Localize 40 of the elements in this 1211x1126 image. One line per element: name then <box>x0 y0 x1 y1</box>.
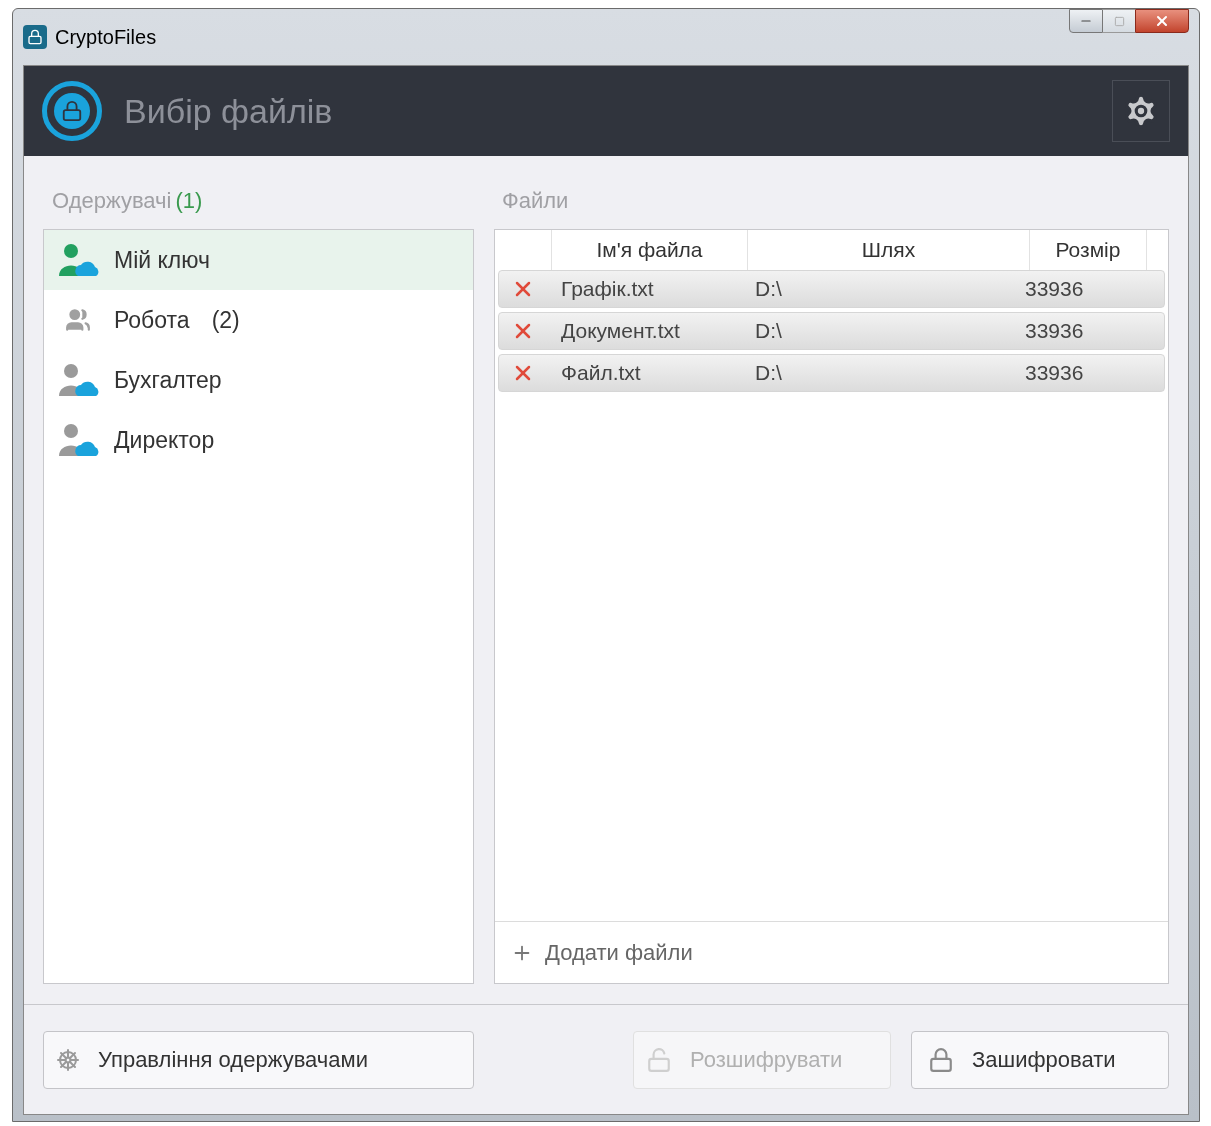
ship-wheel-icon <box>56 1047 80 1072</box>
encrypt-button[interactable]: Зашифровати <box>911 1030 1169 1089</box>
unlocked-padlock-icon <box>646 1046 672 1073</box>
close-icon <box>1154 13 1170 29</box>
user-cloud-icon <box>56 422 100 458</box>
recipient-item[interactable]: Мій ключ <box>44 230 473 290</box>
file-row[interactable]: Файл.txt D:\ 33936 <box>498 354 1165 392</box>
user-cloud-icon <box>56 362 100 398</box>
close-button[interactable] <box>1135 9 1189 33</box>
file-name: Документ.txt <box>560 318 681 345</box>
file-name: Файл.txt <box>560 360 642 387</box>
maximize-button[interactable] <box>1103 9 1135 33</box>
files-label: Файли <box>502 188 569 213</box>
recipient-item[interactable]: Директор <box>44 410 473 470</box>
file-path: D:\ <box>754 360 783 387</box>
user-cloud-icon <box>56 242 100 278</box>
file-path: D:\ <box>754 276 783 303</box>
recipient-item[interactable]: Бухгалтер <box>44 350 473 410</box>
add-files-button[interactable]: Додати файли <box>495 921 1168 983</box>
recipient-item[interactable]: Робота (2) <box>44 290 473 350</box>
lock-logo-icon <box>42 81 102 141</box>
page-title: Вибір файлів <box>124 90 333 132</box>
window-title: CryptoFiles <box>55 25 157 50</box>
recipients-count: (1) <box>175 187 203 215</box>
padlock-icon <box>928 1046 954 1073</box>
file-row[interactable]: Документ.txt D:\ 33936 <box>498 312 1165 350</box>
maximize-icon <box>1113 15 1125 27</box>
file-size: 33936 <box>1024 360 1084 387</box>
group-icon <box>65 307 91 333</box>
recipients-label: Одержувачі <box>52 187 172 215</box>
file-row[interactable]: Графік.txt D:\ 33936 <box>498 270 1165 308</box>
file-name: Графік.txt <box>560 276 655 303</box>
manage-recipients-button[interactable]: Управління одержувачами <box>43 1030 474 1089</box>
group-count: (2) <box>211 305 240 335</box>
settings-button[interactable] <box>1112 80 1170 142</box>
file-size: 33936 <box>1024 318 1084 345</box>
minimize-button[interactable] <box>1069 9 1103 33</box>
app-lock-icon <box>23 25 47 49</box>
file-size: 33936 <box>1024 276 1084 303</box>
file-path: D:\ <box>754 318 783 345</box>
